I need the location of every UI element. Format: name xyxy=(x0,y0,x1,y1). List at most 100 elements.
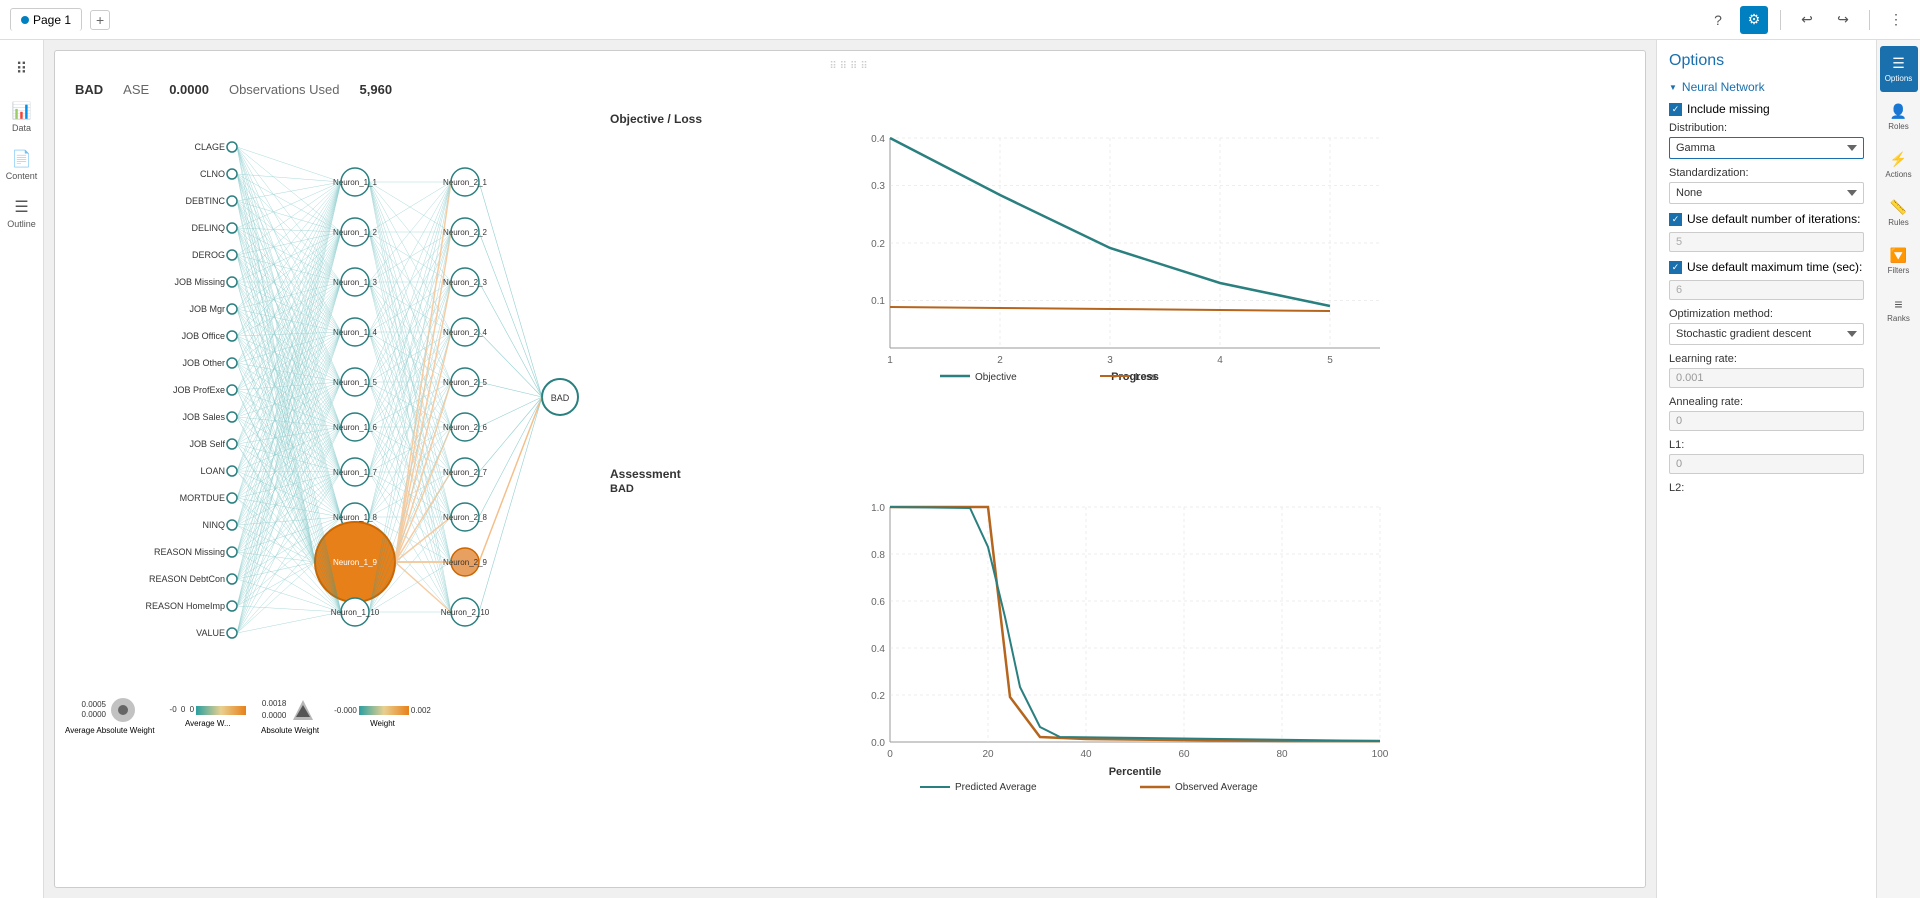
main-layout: ⠿ 📊 Data 📄 Content ☰ Outline ⠿⠿⠿⠿ BAD AS… xyxy=(0,40,1920,898)
options-panel: Options ▼ Neural Network ✓ Include missi… xyxy=(1656,40,1876,898)
iterations-input[interactable] xyxy=(1669,232,1864,252)
filters-icon: 🔽 xyxy=(1890,247,1907,264)
svg-text:CLNO: CLNO xyxy=(200,169,225,179)
svg-text:NINQ: NINQ xyxy=(203,520,226,530)
svg-text:4: 4 xyxy=(1217,355,1223,366)
header-stats: BAD ASE 0.0000 Observations Used 5,960 xyxy=(65,77,1635,107)
ranks-icon: ≡ xyxy=(1894,296,1902,312)
left-sidebar: ⠿ 📊 Data 📄 Content ☰ Outline xyxy=(0,40,44,898)
sidebar-item-data[interactable]: 📊 Data xyxy=(3,94,41,140)
page-tab[interactable]: Page 1 xyxy=(10,8,82,31)
far-right-filters[interactable]: 🔽 Filters xyxy=(1880,238,1918,284)
svg-text:0.4: 0.4 xyxy=(871,134,885,145)
actions-label: Actions xyxy=(1885,170,1911,179)
section-triangle: ▼ xyxy=(1669,83,1677,92)
options-label: Options xyxy=(1885,74,1913,83)
roles-icon: 👤 xyxy=(1890,103,1907,120)
svg-text:5: 5 xyxy=(1327,355,1333,366)
svg-text:0.2: 0.2 xyxy=(871,239,885,250)
far-right-options[interactable]: ☰ Options xyxy=(1880,46,1918,92)
iterations-row xyxy=(1669,232,1864,252)
distribution-select[interactable]: Gamma Normal Poisson Tweedie xyxy=(1669,137,1864,159)
options-icon: ☰ xyxy=(1892,55,1905,72)
section-label: Neural Network xyxy=(1682,80,1765,94)
abw-label: Absolute Weight xyxy=(261,726,319,735)
redo-icon[interactable]: ↪ xyxy=(1829,6,1857,34)
include-missing-checkbox[interactable]: ✓ xyxy=(1669,103,1682,116)
svg-text:REASON HomeImp: REASON HomeImp xyxy=(145,601,225,611)
svg-text:Predicted Average: Predicted Average xyxy=(955,782,1037,792)
far-right-actions[interactable]: ⚡ Actions xyxy=(1880,142,1918,188)
svg-text:0: 0 xyxy=(887,749,893,760)
assessment-y-label: BAD xyxy=(610,483,1630,495)
top-bar: Page 1 + ? ⚙ ↩ ↪ ⋮ xyxy=(0,0,1920,40)
learning-rate-input[interactable] xyxy=(1669,368,1864,388)
sidebar-item-outline[interactable]: ☰ Outline xyxy=(3,190,41,236)
tab-label: Page 1 xyxy=(33,13,71,27)
help-icon[interactable]: ? xyxy=(1704,6,1732,34)
far-right-ranks[interactable]: ≡ Ranks xyxy=(1880,286,1918,332)
data-label: Data xyxy=(12,123,31,133)
separator2 xyxy=(1869,10,1870,30)
legend-item-aaw: 0.0005 0.0000 Average Absolute Weight xyxy=(65,695,155,735)
svg-text:2: 2 xyxy=(997,355,1003,366)
ase-val: 0.0000 xyxy=(169,82,209,97)
l1-row: L1: xyxy=(1669,439,1864,474)
options-title: Options xyxy=(1669,52,1864,70)
use-default-iter-label: Use default number of iterations: xyxy=(1687,212,1860,226)
svg-text:60: 60 xyxy=(1178,749,1190,760)
standardization-label: Standardization: xyxy=(1669,167,1864,179)
l1-label: L1: xyxy=(1669,439,1864,451)
svg-text:0.8: 0.8 xyxy=(871,550,885,561)
stat-main-label: BAD xyxy=(75,82,103,97)
svg-text:Percentile: Percentile xyxy=(1109,766,1162,778)
annealing-rate-input[interactable] xyxy=(1669,411,1864,431)
svg-text:20: 20 xyxy=(982,749,994,760)
svg-text:DEROG: DEROG xyxy=(192,250,225,260)
annealing-rate-row: Annealing rate: xyxy=(1669,396,1864,431)
settings-icon[interactable]: ⚙ xyxy=(1740,6,1768,34)
learning-rate-row: Learning rate: xyxy=(1669,353,1864,388)
l1-input[interactable] xyxy=(1669,454,1864,474)
use-default-time-checkbox[interactable]: ✓ xyxy=(1669,261,1682,274)
svg-text:JOB Self: JOB Self xyxy=(189,439,225,449)
svg-text:Neuron_1_9: Neuron_1_9 xyxy=(333,558,378,567)
svg-text:3: 3 xyxy=(1107,355,1113,366)
add-tab-button[interactable]: + xyxy=(90,10,110,30)
undo-icon[interactable]: ↩ xyxy=(1793,6,1821,34)
viz-content: // We'll draw this inline via JS after r… xyxy=(65,107,1635,873)
obs-key: Observations Used xyxy=(229,82,340,97)
max-time-input[interactable] xyxy=(1669,280,1864,300)
svg-text:Observed Average: Observed Average xyxy=(1175,782,1258,792)
optimization-select[interactable]: Stochastic gradient descent L-BFGS xyxy=(1669,323,1864,345)
sidebar-item-content[interactable]: 📄 Content xyxy=(3,142,41,188)
svg-text:Objective: Objective xyxy=(975,372,1017,383)
assessment-chart: Assessment BAD xyxy=(605,462,1635,873)
more-icon[interactable]: ⋮ xyxy=(1882,6,1910,34)
distribution-label: Distribution: xyxy=(1669,122,1864,134)
svg-text:0.2: 0.2 xyxy=(871,691,885,702)
svg-text:DEBTINC: DEBTINC xyxy=(185,196,225,206)
use-default-time-row: ✓ Use default maximum time (sec): xyxy=(1669,260,1864,274)
ranks-label: Ranks xyxy=(1887,314,1910,323)
content-icon: 📄 xyxy=(12,149,32,169)
svg-text:0.3: 0.3 xyxy=(871,181,885,192)
include-missing-label: Include missing xyxy=(1687,102,1770,116)
assessment-title: Assessment xyxy=(610,467,1630,481)
drag-handle-top[interactable]: ⠿⠿⠿⠿ xyxy=(65,61,1635,72)
use-default-iter-checkbox[interactable]: ✓ xyxy=(1669,213,1682,226)
include-missing-row: ✓ Include missing xyxy=(1669,102,1864,116)
far-right-roles[interactable]: 👤 Roles xyxy=(1880,94,1918,140)
far-right-rules[interactable]: 📏 Rules xyxy=(1880,190,1918,236)
obj-loss-svg: 0.4 0.3 0.2 0.1 1 2 3 4 5 xyxy=(610,128,1630,388)
tab-dot xyxy=(21,16,29,24)
roles-label: Roles xyxy=(1888,122,1908,131)
svg-text:0.6: 0.6 xyxy=(871,597,885,608)
aaw-bot: 0.0000 xyxy=(82,710,106,720)
svg-text:VALUE: VALUE xyxy=(196,628,225,638)
svg-text:MORTDUE: MORTDUE xyxy=(180,493,225,503)
drag-handle[interactable]: ⠿ xyxy=(3,46,41,92)
data-icon: 📊 xyxy=(12,101,32,121)
neural-network-section[interactable]: ▼ Neural Network xyxy=(1669,80,1864,94)
standardization-select[interactable]: None Standardize Range Midrange xyxy=(1669,182,1864,204)
